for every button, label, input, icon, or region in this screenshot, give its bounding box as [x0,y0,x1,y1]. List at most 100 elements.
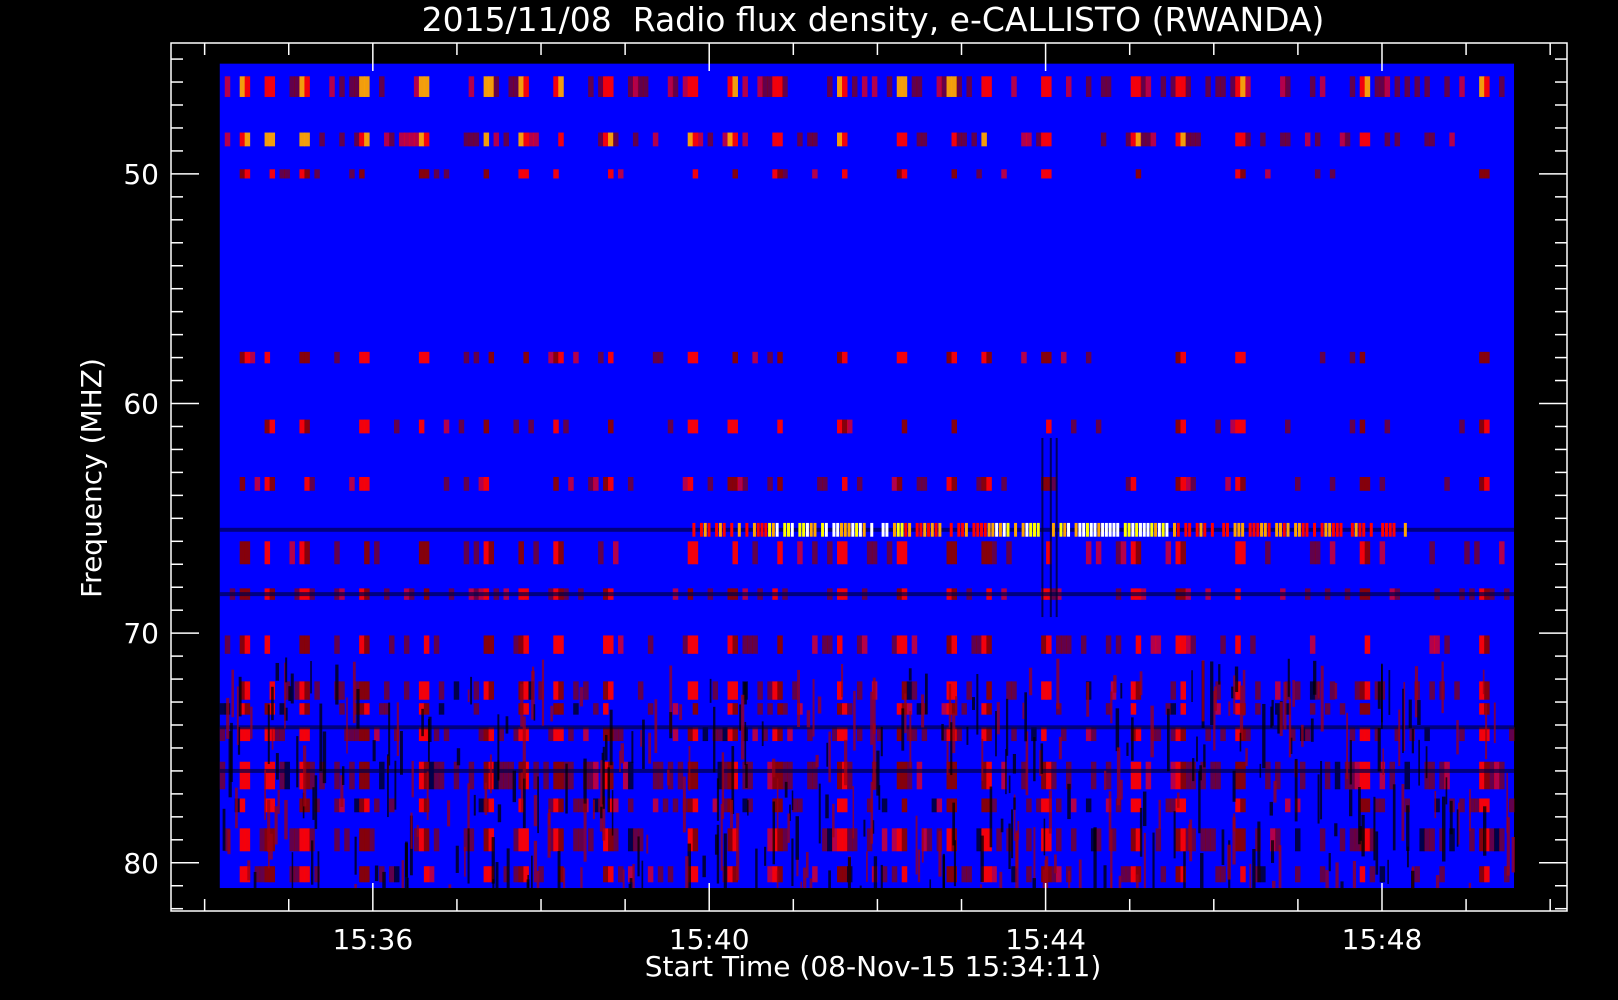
heatmap-cell [1240,419,1246,434]
heatmap-cell [1196,736,1198,762]
heatmap-cell [752,727,758,742]
heatmap-cell [1150,132,1157,147]
heatmap-cell [1429,132,1435,147]
heatmap-cell [533,795,538,827]
heatmap-cell [497,804,502,823]
heatmap-cell [244,635,251,654]
heatmap-cell [1232,770,1236,802]
heatmap-cell [299,132,305,147]
heatmap-cell [467,828,470,884]
heatmap-cell [421,708,424,737]
heatmap-cell [916,132,923,147]
heatmap-rfi-cell [1006,522,1010,537]
heatmap-cell [230,722,233,782]
heatmap-cell [727,727,733,742]
heatmap-cell [304,727,310,742]
heatmap-cell [244,132,251,147]
heatmap-cell [1143,832,1146,889]
heatmap-cell [488,727,495,742]
heatmap-cell [1085,76,1092,97]
heatmap-cell [483,541,490,565]
heatmap-cell [1235,76,1241,97]
heatmap-cell [682,635,689,654]
heatmap-cell [235,787,238,829]
heatmap-rfi-cell [961,522,965,537]
heatmap-cell [418,419,425,434]
heatmap-cell [1085,798,1092,813]
heatmap-cell [356,688,360,729]
heatmap-cell [1434,790,1437,819]
heatmap-cell [1142,791,1147,827]
heatmap-cell [692,351,699,364]
heatmap-cell [1364,477,1371,491]
heatmap-cell [1304,132,1311,147]
heatmap-cell [787,813,790,843]
heatmap-rfi-cell [1260,522,1264,537]
heatmap-rfi-cell [692,522,696,537]
heatmap-cell [359,703,365,715]
heatmap-cell [946,828,953,852]
heatmap-cell [518,866,524,883]
heatmap-cell [244,727,251,742]
heatmap-cell [951,351,957,364]
heatmap-cell [1464,541,1470,565]
heatmap-cell [891,477,898,491]
heatmap-cell [1379,798,1386,813]
heatmap-cell [827,828,833,852]
heatmap-cell [588,761,594,790]
heatmap-cell [946,477,953,491]
heatmap-cell [777,169,783,179]
heatmap-cell [1166,708,1170,772]
heatmap-cell [842,866,848,883]
heatmap-cell [727,477,733,491]
heatmap-cell [787,727,793,742]
heatmap-cell [1414,866,1420,883]
heatmap-cell [558,703,564,715]
heatmap-cell [971,132,977,147]
heatmap-cell [901,541,908,565]
heatmap-cell [547,812,551,858]
heatmap-cell [1346,712,1349,779]
heatmap-cell [418,681,425,700]
heatmap-cell [777,541,783,565]
heatmap-cell [722,132,729,147]
heatmap-rfi-cell [1108,522,1112,537]
heatmap-cell [667,419,674,434]
heatmap-cell [1309,703,1316,715]
heatmap-cell [772,801,776,865]
heatmap-cell [911,681,918,700]
heatmap-cell [458,419,465,434]
heatmap-cell [762,76,768,97]
heatmap-cell [1180,703,1186,715]
heatmap-cell [394,866,400,883]
heatmap-cell [652,351,659,364]
heatmap-rfi-cell [998,522,1002,537]
heatmap-cell [1429,681,1435,700]
heatmap-cell [1210,661,1214,726]
heatmap-cell [536,870,540,889]
heatmap-cell [418,132,425,147]
heatmap-cell [410,812,413,849]
heatmap-cell [277,789,280,814]
heatmap-cell [1130,866,1137,883]
heatmap-cell [1026,798,1032,813]
heatmap-cell [1190,635,1196,654]
heatmap-cell [364,132,370,147]
heatmap-rfi-cell [908,522,912,537]
heatmap-cell [713,706,716,773]
heatmap-cell [364,76,370,97]
heatmap-cell [244,76,251,97]
heatmap-cell [618,727,624,742]
heatmap-cell [1479,703,1485,715]
heatmap-cell [896,541,903,565]
heatmap-cell [244,351,251,364]
heatmap-cell [493,132,500,147]
heatmap-cell [1006,541,1012,565]
heatmap-cell [911,635,918,654]
heatmap-rfi-cell [896,522,900,537]
heatmap-cell [767,76,773,97]
heatmap-cell [620,743,624,764]
heatmap-cell [1120,541,1127,565]
heatmap-cell [299,866,305,883]
heatmap-cell [491,837,495,884]
